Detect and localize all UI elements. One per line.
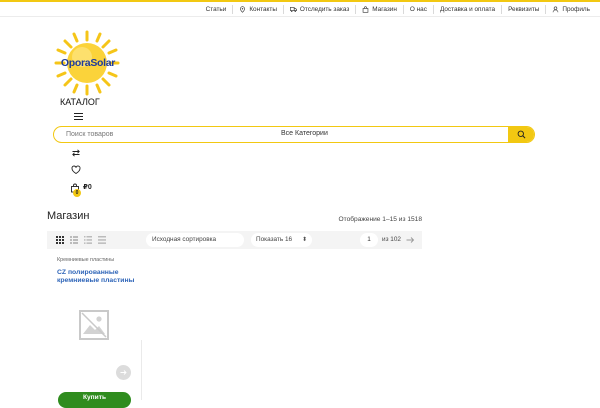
search-button[interactable]	[508, 127, 534, 142]
cart-total[interactable]: ₽0	[83, 183, 92, 191]
topnav-profile-link[interactable]: Профиль	[546, 6, 600, 13]
page-number-input[interactable]: 1	[360, 233, 378, 247]
search-input[interactable]	[66, 128, 256, 141]
list-small-view-icon[interactable]	[98, 236, 106, 244]
shop-toolbar: Исходная сортировка Показать 16 ⬍ 1 из 1…	[47, 231, 422, 249]
topnav-track-order-link[interactable]: Отследить заказ	[284, 6, 355, 13]
search-category-select[interactable]: Все Категории	[281, 130, 328, 137]
product-category[interactable]: Кремниевые пластины	[57, 257, 114, 263]
user-icon	[553, 6, 559, 12]
catalog-heading[interactable]: КАТАЛОГ	[60, 97, 100, 107]
grid-extended-view-icon[interactable]	[70, 236, 78, 244]
shopping-bag-icon	[362, 5, 369, 13]
search-bar: Все Категории	[53, 126, 535, 143]
topnav-shop-link[interactable]: Магазин	[356, 6, 403, 13]
next-page-arrow-icon[interactable]	[405, 235, 415, 245]
per-page-label: Показать 16	[256, 236, 293, 243]
result-count: Отображение 1–15 из 1518	[338, 216, 422, 223]
menu-burger-icon[interactable]	[74, 113, 83, 121]
per-page-select[interactable]: Показать 16 ⬍	[251, 233, 312, 247]
truck-icon	[289, 6, 297, 12]
topnav-delivery-link[interactable]: Доставка и оплата	[434, 6, 501, 13]
chevron-updown-icon: ⬍	[301, 237, 307, 243]
list-view-icon[interactable]	[84, 236, 92, 244]
page-title: Магазин	[47, 210, 90, 222]
top-divider	[0, 16, 600, 17]
product-title-link[interactable]: CZ полированные кремниевые пластины	[57, 269, 147, 285]
top-navigation: Статьи Контакты Отследить заказ Магазин …	[200, 2, 600, 16]
sort-select[interactable]: Исходная сортировка	[146, 233, 244, 247]
cart-count-badge: 0	[73, 189, 81, 197]
product-more-button[interactable]	[116, 365, 131, 380]
wishlist-heart-icon[interactable]	[71, 165, 81, 175]
logo-text: OporaSolar	[60, 57, 116, 69]
topnav-contacts-link[interactable]: Контакты	[233, 6, 283, 13]
topnav-articles-link[interactable]: Статьи	[200, 6, 233, 13]
product-card-divider	[141, 340, 142, 400]
compare-icon[interactable]	[71, 148, 81, 158]
site-logo[interactable]: OporaSolar	[54, 30, 120, 96]
image-placeholder-icon[interactable]	[79, 310, 109, 340]
grid-view-icon[interactable]	[56, 236, 64, 244]
arrow-right-icon	[120, 370, 127, 375]
search-icon	[517, 130, 525, 139]
page-total: из 102	[382, 236, 401, 243]
buy-button[interactable]: Купить	[58, 392, 131, 408]
location-pin-icon	[240, 5, 246, 13]
topnav-about-link[interactable]: О нас	[404, 6, 433, 13]
topnav-requisites-link[interactable]: Реквизиты	[502, 6, 545, 13]
